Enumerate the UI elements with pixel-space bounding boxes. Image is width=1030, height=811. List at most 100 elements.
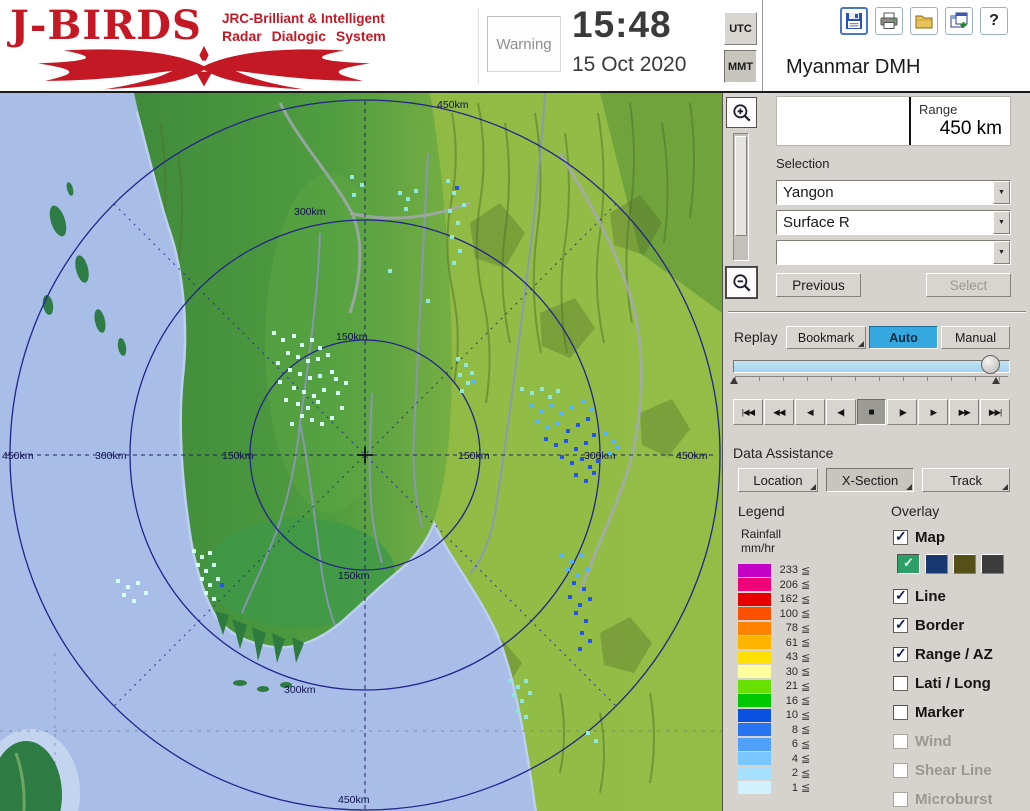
- legend-row: 206≦: [738, 578, 810, 593]
- logo-subtitle: JRC-Brilliant & Intelligent Radar Dialog…: [222, 11, 386, 45]
- legend-swatch: [738, 578, 771, 591]
- legend-row: 6≦: [738, 737, 810, 752]
- legend-swatch: [738, 738, 771, 751]
- zoom-slider-track[interactable]: [733, 133, 749, 261]
- option-dropdown[interactable]: ▼: [776, 240, 1011, 265]
- map-color-options: [897, 554, 1004, 574]
- legend-row: 21≦: [738, 679, 810, 694]
- checkbox-range-az[interactable]: [893, 647, 908, 662]
- ring-label: 300km: [284, 684, 316, 696]
- legend-lte-symbol: ≦: [801, 593, 810, 606]
- overlay-item-line[interactable]: Line: [893, 585, 946, 607]
- save-button[interactable]: [840, 7, 868, 35]
- legend-lte-symbol: ≦: [801, 578, 810, 591]
- stop-button[interactable]: ■: [857, 399, 887, 425]
- logo-title: J-BIRDS: [10, 2, 202, 49]
- map-color-gray[interactable]: [981, 554, 1004, 574]
- slider-start-marker: [730, 377, 738, 384]
- utc-button[interactable]: UTC: [724, 12, 757, 45]
- ring-label: 150km: [336, 331, 368, 343]
- chevron-down-icon[interactable]: ▼: [993, 211, 1010, 234]
- zoom-out-icon: [731, 272, 753, 294]
- site-dropdown[interactable]: Yangon ▼: [776, 180, 1011, 205]
- slider-end-marker: [992, 377, 1000, 384]
- previous-button[interactable]: Previous: [776, 273, 861, 297]
- fast-rewind-button[interactable]: ◀◀: [764, 399, 794, 425]
- legend-row: 16≦: [738, 694, 810, 709]
- checkbox-border[interactable]: [893, 618, 908, 633]
- radar-map[interactable]: 450km 300km 150km 450km 300km 150km 150k…: [0, 93, 722, 811]
- map-color-olive[interactable]: [953, 554, 976, 574]
- clock-date: 15 Oct 2020: [572, 53, 732, 77]
- checkbox-map[interactable]: [893, 530, 908, 545]
- manual-button[interactable]: Manual: [941, 326, 1010, 349]
- play-button[interactable]: ▶: [918, 399, 948, 425]
- product-dropdown[interactable]: Surface R ▼: [776, 210, 1011, 235]
- legend-value: 1: [771, 782, 801, 794]
- step-forward-button[interactable]: |▶: [887, 399, 917, 425]
- map-color-green[interactable]: [897, 554, 920, 574]
- overlay-item-shear-line: Shear Line: [893, 759, 992, 781]
- overlay-item-range-az[interactable]: Range / AZ: [893, 643, 993, 665]
- radar-map-canvas: 450km 300km 150km 450km 300km 150km 150k…: [0, 93, 722, 811]
- help-button[interactable]: ?: [980, 7, 1008, 35]
- legend-lte-symbol: ≦: [801, 665, 810, 678]
- legend-row: 2≦: [738, 766, 810, 781]
- track-button[interactable]: Track: [922, 468, 1010, 492]
- legend-value: 2: [771, 767, 801, 779]
- go-to-start-button[interactable]: |◀◀: [733, 399, 763, 425]
- help-icon: ?: [989, 12, 999, 30]
- overlay-item-lati-long[interactable]: Lati / Long: [893, 672, 991, 694]
- overlay-item-map[interactable]: Map: [893, 526, 945, 548]
- go-to-end-button[interactable]: ▶▶|: [980, 399, 1010, 425]
- checkbox-marker[interactable]: [893, 705, 908, 720]
- bookmark-button[interactable]: Bookmark: [786, 326, 866, 349]
- checkbox-line[interactable]: [893, 589, 908, 604]
- legend-row: 10≦: [738, 708, 810, 723]
- checkbox-lati-long[interactable]: [893, 676, 908, 691]
- overlay-item-label: Wind: [915, 733, 952, 750]
- overlay-item-label: Microburst: [915, 791, 993, 808]
- station-name: Myanmar DMH: [786, 56, 920, 79]
- legend-lte-symbol: ≦: [801, 767, 810, 780]
- overlay-item-label: Marker: [915, 704, 964, 721]
- legend-lte-symbol: ≦: [801, 680, 810, 693]
- overlay-item-marker[interactable]: Marker: [893, 701, 964, 723]
- option-dropdown-value: [777, 241, 993, 264]
- legend-lte-symbol: ≦: [801, 781, 810, 794]
- legend-swatch: [738, 694, 771, 707]
- chevron-down-icon[interactable]: ▼: [993, 181, 1010, 204]
- zoom-out-button[interactable]: [726, 267, 757, 298]
- new-window-button[interactable]: [945, 7, 973, 35]
- open-folder-button[interactable]: [910, 7, 938, 35]
- print-button[interactable]: [875, 7, 903, 35]
- zoom-slider-thumb[interactable]: [735, 136, 747, 236]
- step-back-button[interactable]: ◀|: [826, 399, 856, 425]
- legend-lte-symbol: ≦: [801, 709, 810, 722]
- ring-label: 450km: [338, 794, 370, 806]
- mmt-button[interactable]: MMT: [724, 50, 757, 83]
- overlay-item-border[interactable]: Border: [893, 614, 964, 636]
- auto-button[interactable]: Auto: [869, 326, 938, 349]
- replay-timeline-slider[interactable]: [733, 360, 1010, 373]
- legend-swatch: [738, 665, 771, 678]
- play-reverse-button[interactable]: ◀: [795, 399, 825, 425]
- legend-value: 100: [771, 608, 801, 620]
- zoom-in-button[interactable]: [726, 97, 757, 128]
- legend-swatch: [738, 709, 771, 722]
- overlay-item-label: Lati / Long: [915, 675, 991, 692]
- fast-forward-button[interactable]: ▶▶: [949, 399, 979, 425]
- x-section-button[interactable]: X-Section: [826, 468, 914, 492]
- legend-value: 6: [771, 738, 801, 750]
- overlay-item-label: Range / AZ: [915, 646, 993, 663]
- map-color-navy[interactable]: [925, 554, 948, 574]
- replay-slider-thumb[interactable]: [981, 355, 1000, 374]
- overlay-item-microburst: Microburst: [893, 788, 993, 810]
- location-button[interactable]: Location: [738, 468, 818, 492]
- warning-indicator[interactable]: Warning: [487, 16, 561, 72]
- logo-subtitle-line2: Radar Dialogic System: [222, 28, 386, 46]
- legend-swatch: [738, 593, 771, 606]
- chevron-down-icon[interactable]: ▼: [993, 241, 1010, 264]
- select-button[interactable]: Select: [926, 273, 1011, 297]
- legend-row: 162≦: [738, 592, 810, 607]
